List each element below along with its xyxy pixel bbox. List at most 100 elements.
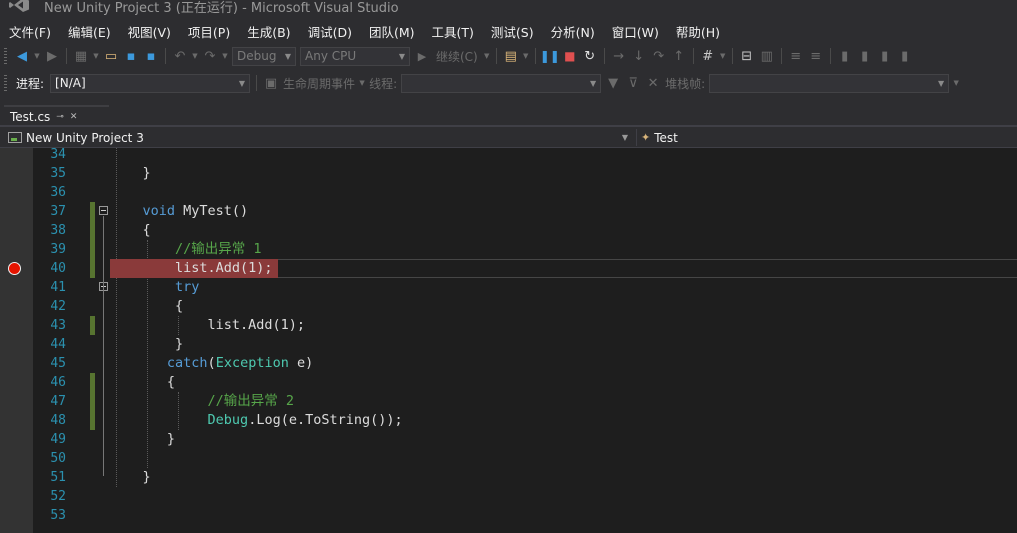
code-line[interactable]: 49 } <box>0 430 1017 449</box>
lifecycle-events-icon[interactable]: ▣ <box>262 74 280 92</box>
dropdown-arrow-icon[interactable]: ▼ <box>221 47 229 65</box>
flag-thread-icon[interactable]: ▼ <box>604 74 622 92</box>
code-line[interactable]: 48 Debug.Log(e.ToString()); <box>0 411 1017 430</box>
save-icon[interactable]: ▪ <box>122 47 140 65</box>
breakpoint-icon[interactable] <box>8 262 21 275</box>
navigate-back-icon[interactable]: ◀ <box>13 47 31 65</box>
line-number: 51 <box>50 470 66 485</box>
toolbar-grip[interactable] <box>4 75 7 91</box>
prev-bookmark-icon[interactable]: ▮ <box>856 47 874 65</box>
code-line[interactable]: 40 list.Add(1); <box>0 259 1017 278</box>
code-line[interactable]: 36 <box>0 183 1017 202</box>
toolbar-separator <box>165 48 166 64</box>
menu-tools[interactable]: 工具(T) <box>423 22 482 41</box>
code-text: Debug.Log(e.ToString()); <box>207 412 403 428</box>
menu-debug[interactable]: 调试(D) <box>299 22 360 41</box>
redo-icon[interactable]: ↷ <box>201 47 219 65</box>
show-next-statement-icon[interactable]: → <box>610 47 628 65</box>
process-select[interactable]: [N/A] ▼ <box>50 73 251 93</box>
filter-threads-icon[interactable]: ⊽ <box>624 74 642 92</box>
properties-icon[interactable]: ▥ <box>758 47 776 65</box>
code-line[interactable]: 44 } <box>0 335 1017 354</box>
code-line[interactable]: 39 //输出异常 1 <box>0 240 1017 259</box>
new-project-icon[interactable]: ▦ <box>72 47 90 65</box>
solution-explorer-icon[interactable]: ⊟ <box>738 47 756 65</box>
toolbar-separator <box>780 48 782 64</box>
dropdown-arrow-icon[interactable]: ▼ <box>952 74 960 92</box>
next-bookmark-icon[interactable]: ▮ <box>876 47 894 65</box>
project-name: New Unity Project 3 <box>26 130 144 145</box>
code-line[interactable]: 45 catch(Exception e) <box>0 354 1017 373</box>
dropdown-arrow-icon[interactable]: ▼ <box>358 74 366 92</box>
restart-icon[interactable]: ↻ <box>581 47 599 65</box>
dropdown-arrow-icon[interactable]: ▼ <box>92 47 100 65</box>
thread-select[interactable]: ▼ <box>401 73 602 93</box>
line-number: 37 <box>50 204 66 219</box>
menu-project[interactable]: 项目(P) <box>179 22 238 41</box>
close-icon[interactable]: ✕ <box>70 112 78 122</box>
solution-platform-select[interactable]: Any CPU ▼ <box>300 46 410 66</box>
code-text: //输出异常 2 <box>207 393 295 409</box>
menu-test[interactable]: 测试(S) <box>482 22 542 41</box>
stackframe-select[interactable]: ▼ <box>709 73 950 93</box>
dropdown-arrow-icon[interactable]: ▼ <box>33 47 41 65</box>
collapse-region-icon[interactable] <box>99 206 108 215</box>
project-nav-select[interactable]: New Unity Project 3 ▼ <box>8 129 632 146</box>
undo-icon[interactable]: ↶ <box>171 47 189 65</box>
menu-edit[interactable]: 编辑(E) <box>59 22 119 41</box>
member-nav-select[interactable]: ✦ Test <box>636 129 1017 146</box>
code-line[interactable]: 42 { <box>0 297 1017 316</box>
menu-team[interactable]: 团队(M) <box>360 22 423 41</box>
code-line[interactable]: 51 } <box>0 468 1017 487</box>
solution-config-select[interactable]: Debug ▼ <box>232 46 296 66</box>
dropdown-arrow-icon[interactable]: ▼ <box>483 47 491 65</box>
continue-play-icon[interactable]: ▶ <box>413 47 431 65</box>
tab-test-cs[interactable]: Test.cs ⊸ ✕ <box>4 105 109 127</box>
code-line[interactable]: 50 <box>0 449 1017 468</box>
dropdown-arrow-icon[interactable]: ▼ <box>522 47 530 65</box>
comment-lines-icon[interactable]: ≡ <box>787 47 805 65</box>
code-line[interactable]: 43 list.Add(1); <box>0 316 1017 335</box>
menu-build[interactable]: 生成(B) <box>238 22 298 41</box>
pin-icon[interactable]: ⊸ <box>56 112 64 122</box>
menu-help[interactable]: 帮助(H) <box>667 22 728 41</box>
toolbar-separator <box>692 48 694 64</box>
dropdown-arrow-icon[interactable]: ▼ <box>719 47 727 65</box>
code-line[interactable]: 46 { <box>0 373 1017 392</box>
attach-process-icon[interactable]: ▤ <box>502 47 520 65</box>
continue-button[interactable]: 继续(C) <box>436 48 478 65</box>
toolbar-separator <box>731 48 733 64</box>
toolbar-grip[interactable] <box>4 48 7 64</box>
step-over-icon[interactable]: ↷ <box>650 47 668 65</box>
step-into-icon[interactable]: ↓ <box>630 47 648 65</box>
stop-debugging-icon[interactable]: ■ <box>561 47 579 65</box>
code-line[interactable]: 47 //输出异常 2 <box>0 392 1017 411</box>
uncomment-lines-icon[interactable]: ≡ <box>807 47 825 65</box>
line-number: 46 <box>50 375 66 390</box>
menu-view[interactable]: 视图(V) <box>119 22 179 41</box>
code-line[interactable]: 52 <box>0 487 1017 506</box>
bookmark-icon[interactable]: ▮ <box>836 47 854 65</box>
menu-analyze[interactable]: 分析(N) <box>542 22 603 41</box>
open-file-icon[interactable]: ▭ <box>102 47 120 65</box>
process-label: 进程: <box>16 76 45 91</box>
lifecycle-events-button[interactable]: 生命周期事件 <box>283 75 355 92</box>
save-all-icon[interactable]: ▪ <box>142 47 160 65</box>
clear-bookmarks-icon[interactable]: ▮ <box>896 47 914 65</box>
step-out-icon[interactable]: ↑ <box>670 47 688 65</box>
code-line[interactable]: 38 { <box>0 221 1017 240</box>
code-line[interactable]: 53 <box>0 506 1017 525</box>
current-line-border <box>278 259 1017 278</box>
code-line[interactable]: 41 try <box>0 278 1017 297</box>
break-all-pause-icon[interactable]: ❚❚ <box>540 47 560 65</box>
hex-display-icon[interactable]: # <box>699 47 717 65</box>
code-line[interactable]: 34 <box>0 148 1017 164</box>
menu-window[interactable]: 窗口(W) <box>603 22 667 41</box>
menu-file[interactable]: 文件(F) <box>0 22 59 41</box>
dropdown-arrow-icon[interactable]: ▼ <box>191 47 199 65</box>
show-external-code-icon[interactable]: ✕ <box>644 74 662 92</box>
navigate-forward-icon[interactable]: ▶ <box>43 47 61 65</box>
code-line[interactable]: 37 void MyTest() <box>0 202 1017 221</box>
code-line[interactable]: 35 } <box>0 164 1017 183</box>
code-editor[interactable]: 34 35 } 36 37 void MyTest() 38 {39 //输出异常 14… <box>0 148 1017 533</box>
